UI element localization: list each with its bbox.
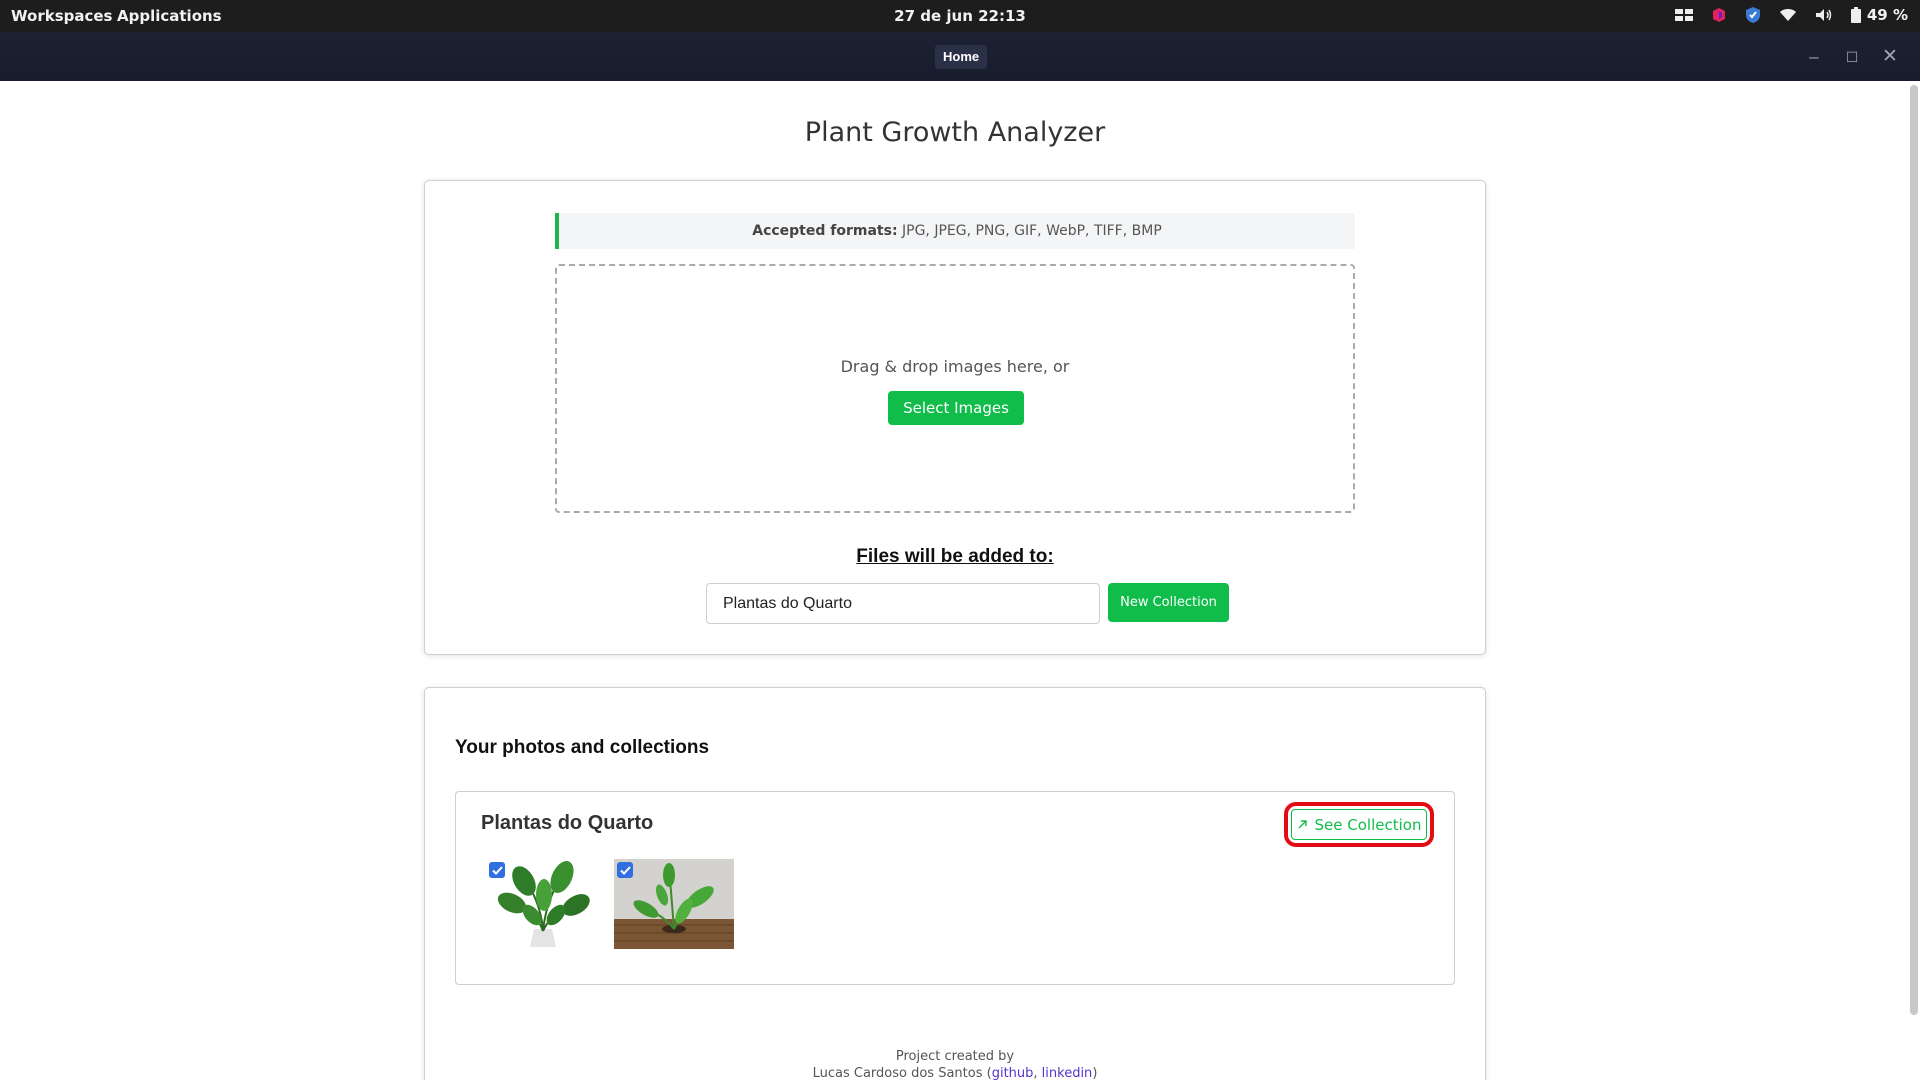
battery-percentage: 49 % [1866,6,1908,24]
linkedin-link[interactable]: linkedin [1042,1066,1093,1080]
page-title: Plant Growth Analyzer [804,117,1106,148]
photo-checkbox[interactable] [617,862,633,878]
system-top-bar: Workspaces Applications 27 de jun 22:13 … [0,0,1920,32]
system-tray: 49 % [1674,6,1908,24]
wifi-icon[interactable] [1779,8,1797,22]
files-destination-label: Files will be added to: [856,546,1054,567]
collections-heading: Your photos and collections [455,737,710,758]
footer-author: Lucas Cardoso dos Santos ( [812,1066,992,1080]
photo-thumbnail[interactable] [486,859,606,949]
app-content: Plant Growth Analyzer Accepted formats: … [0,81,1920,1080]
clock[interactable]: 27 de jun 22:13 [0,7,1920,25]
window-switcher-icon[interactable] [1674,9,1693,21]
dropzone-hint: Drag & drop images here, or [840,357,1070,376]
maximize-icon[interactable]: ☐ [1839,44,1865,70]
accepted-formats-list: JPG, JPEG, PNG, GIF, WebP, TIFF, BMP [897,223,1162,239]
accepted-formats-label: Accepted formats: [752,223,898,239]
footer-separator: , [1033,1066,1042,1080]
photo-checkbox[interactable] [489,862,505,878]
footer-close-paren: ) [1092,1066,1098,1080]
footer-author-line: Lucas Cardoso dos Santos (github, linked… [0,1065,1910,1080]
collection-name: Plantas do Quarto [481,812,654,834]
collections-card: Your photos and collections Plantas do Q… [424,687,1486,1080]
window-title-bar: Home – ☐ ✕ [0,32,1920,81]
footer: Project created by Lucas Cardoso dos San… [0,1048,1910,1080]
app-indicator-icon[interactable] [1711,7,1727,23]
battery-indicator[interactable]: 49 % [1850,6,1908,24]
footer-credit-line: Project created by [895,1049,1015,1064]
collection-item: Plantas do Quarto See Collection [455,791,1455,985]
new-collection-button[interactable]: New Collection [1108,583,1229,622]
github-link[interactable]: github [992,1066,1034,1080]
checkmark-icon [619,865,631,875]
external-link-icon [1298,820,1307,829]
see-collection-highlight: See Collection [1284,802,1434,847]
see-collection-button[interactable]: See Collection [1291,809,1427,840]
volume-icon[interactable] [1815,8,1833,22]
photo-thumbnail[interactable] [614,859,734,949]
collection-name-input[interactable] [706,583,1100,624]
close-icon[interactable]: ✕ [1877,44,1903,70]
select-images-button[interactable]: Select Images [888,391,1024,425]
scrollbar[interactable] [1910,85,1918,1015]
window-title: Home [935,45,988,69]
shield-icon[interactable] [1745,6,1761,24]
checkmark-icon [491,865,503,875]
upload-card: Accepted formats: JPG, JPEG, PNG, GIF, W… [424,180,1486,655]
image-dropzone[interactable]: Drag & drop images here, or Select Image… [555,264,1355,513]
battery-icon [1850,7,1861,23]
minimize-icon[interactable]: – [1801,44,1827,70]
see-collection-label: See Collection [1314,815,1422,834]
accepted-formats-notice: Accepted formats: JPG, JPEG, PNG, GIF, W… [555,213,1355,249]
